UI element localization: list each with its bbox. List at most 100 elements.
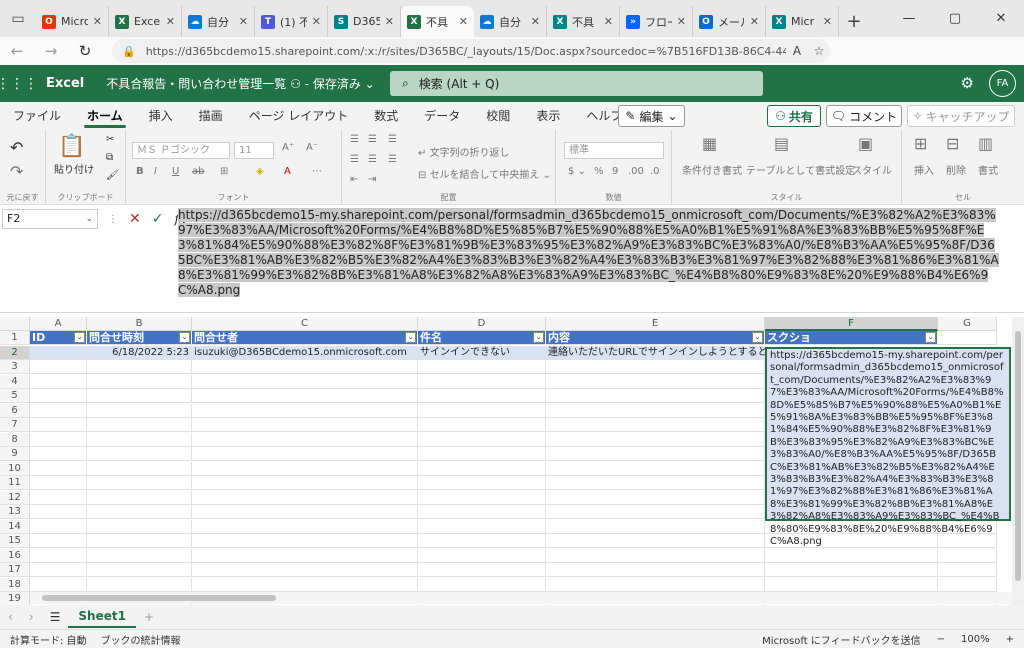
grid-cell[interactable] (192, 389, 418, 403)
row-header[interactable]: 16 (0, 548, 30, 563)
grid-cell[interactable] (765, 577, 938, 592)
grid-cell[interactable] (418, 490, 546, 505)
grid-cell[interactable] (418, 447, 546, 461)
column-header[interactable]: A (30, 317, 87, 331)
grid-cell[interactable] (192, 563, 418, 577)
grid-cell[interactable] (30, 519, 87, 534)
row-header[interactable]: 15 (0, 534, 30, 548)
grid-cell[interactable] (30, 577, 87, 592)
grid-cell[interactable] (192, 418, 418, 432)
table-header-cell[interactable]: 問合せ者 ⌄ (192, 331, 418, 345)
comment-button[interactable]: 🗨 コメント (826, 105, 902, 127)
italic-icon[interactable]: I (154, 166, 157, 177)
browser-tab[interactable]: T (1) 不 ✕ (255, 6, 328, 37)
more-options-icon[interactable]: ⋯ (312, 166, 322, 177)
app-launcher-icon[interactable]: ⋮⋮⋮ (0, 76, 38, 92)
row-header[interactable]: 13 (0, 505, 30, 519)
back-button[interactable]: ← (0, 37, 34, 65)
table-header-cell[interactable]: 内容 ⌄ (546, 331, 765, 345)
decrease-decimal-icon[interactable]: .0 (650, 166, 660, 177)
ribbon-tab[interactable]: 校閲 (473, 102, 523, 130)
grid-cell[interactable] (546, 461, 765, 476)
grid-cell[interactable] (546, 476, 765, 490)
vertical-scroll-thumb[interactable] (1015, 331, 1021, 581)
row-header[interactable]: 7 (0, 418, 30, 432)
favorite-star-icon[interactable]: ☆ (808, 44, 830, 58)
workbook-stats[interactable]: ブックの統計情報 (101, 632, 181, 647)
filter-dropdown-icon[interactable]: ⌄ (925, 332, 936, 343)
grid-cell[interactable] (418, 418, 546, 432)
search-input[interactable]: ⌕ 検索 (Alt + Q) (390, 71, 763, 96)
feedback-link[interactable]: Microsoft にフィードバックを送信 (762, 632, 921, 647)
font-name-select[interactable]: ＭＳ Ｐゴシック (132, 142, 230, 159)
align-right-icon[interactable]: ☰ (388, 154, 397, 165)
row-header[interactable]: 18 (0, 577, 30, 592)
grid-cell[interactable] (418, 403, 546, 418)
ribbon-tab[interactable]: データ (411, 102, 473, 130)
close-tab-icon[interactable]: ✕ (823, 15, 832, 28)
grid-cell[interactable] (87, 577, 192, 592)
currency-icon[interactable]: $ ⌄ (568, 166, 586, 177)
grid-cell[interactable] (418, 563, 546, 577)
grid-cell[interactable] (87, 389, 192, 403)
close-tab-icon[interactable]: ✕ (385, 15, 394, 28)
forward-button[interactable]: → (34, 37, 68, 65)
zoom-level[interactable]: 100% (961, 634, 990, 645)
grid-cell[interactable] (192, 490, 418, 505)
table-data-cell[interactable]: サインインできない (418, 345, 546, 360)
grid-cell[interactable] (546, 505, 765, 519)
prev-sheet-icon[interactable]: ‹ (0, 610, 21, 624)
close-tab-icon[interactable]: ✕ (166, 15, 175, 28)
conditional-format-label[interactable]: 条件付き書式 (682, 162, 742, 177)
conditional-format-icon[interactable]: ▦ (702, 134, 717, 153)
maximize-button[interactable]: ▢ (932, 0, 978, 37)
increase-indent-icon[interactable]: ⇥ (368, 174, 376, 185)
close-tab-icon[interactable]: ✕ (459, 15, 468, 28)
column-header[interactable]: B (87, 317, 192, 331)
filter-dropdown-icon[interactable]: ⌄ (405, 332, 416, 343)
grid-cell[interactable] (30, 432, 87, 447)
grid-cell[interactable] (418, 548, 546, 563)
next-sheet-icon[interactable]: › (21, 610, 42, 624)
grid-cell[interactable] (87, 403, 192, 418)
row-header[interactable]: 1 (0, 331, 30, 345)
catchup-button[interactable]: ✧ キャッチアップ (907, 105, 1015, 127)
column-header[interactable]: G (938, 317, 997, 331)
grid-cell[interactable] (30, 403, 87, 418)
active-cell-f2[interactable]: https://d365bcdemo15-my.sharepoint.com/p… (765, 347, 1011, 547)
browser-tab[interactable]: X Micr ✕ (766, 6, 839, 37)
grid-cell[interactable] (546, 447, 765, 461)
font-size-select[interactable]: 11 (234, 142, 274, 159)
grid-cell[interactable] (938, 548, 997, 563)
enter-check-icon[interactable]: ✓ (152, 211, 164, 227)
close-tab-icon[interactable]: ✕ (750, 15, 759, 28)
grid-cell[interactable] (765, 563, 938, 577)
browser-tab[interactable]: O Micro ✕ (36, 6, 109, 37)
url-field[interactable]: 🔒 https://d365bcdemo15.sharepoint.com/:x… (112, 39, 830, 63)
grid-cell[interactable] (30, 563, 87, 577)
grid-cell[interactable] (87, 461, 192, 476)
align-middle-icon[interactable]: ☰ (368, 134, 377, 145)
align-center-icon[interactable]: ☰ (368, 154, 377, 165)
grid-cell[interactable] (87, 505, 192, 519)
grid-cell[interactable] (87, 432, 192, 447)
grid-cell[interactable] (87, 374, 192, 389)
grid-cell[interactable] (87, 490, 192, 505)
grid-cell[interactable] (192, 476, 418, 490)
grid-cell[interactable] (30, 548, 87, 563)
merge-center-button[interactable]: ⊟ セルを結合して中央揃え ⌄ (418, 166, 551, 181)
table-data-cell[interactable]: isuzuki@D365BCdemo15.onmicrosoft.com (192, 345, 418, 360)
align-top-icon[interactable]: ☰ (350, 134, 359, 145)
close-tab-icon[interactable]: ✕ (93, 15, 102, 28)
grid-cell[interactable] (30, 461, 87, 476)
grid-cell[interactable] (192, 534, 418, 548)
grid-cell[interactable] (546, 548, 765, 563)
share-button[interactable]: ⚇ 共有 (767, 105, 821, 127)
zoom-in-icon[interactable]: + (1006, 634, 1014, 645)
ribbon-tab[interactable]: ページ レイアウト (236, 102, 362, 130)
percent-icon[interactable]: % (594, 166, 604, 177)
row-header[interactable]: 12 (0, 490, 30, 505)
table-data-cell[interactable] (30, 345, 87, 360)
browser-tab[interactable]: X 不具 ✕ (547, 6, 620, 37)
table-data-cell[interactable]: 連絡いただいたURLでサインインしようとすると (546, 345, 768, 360)
